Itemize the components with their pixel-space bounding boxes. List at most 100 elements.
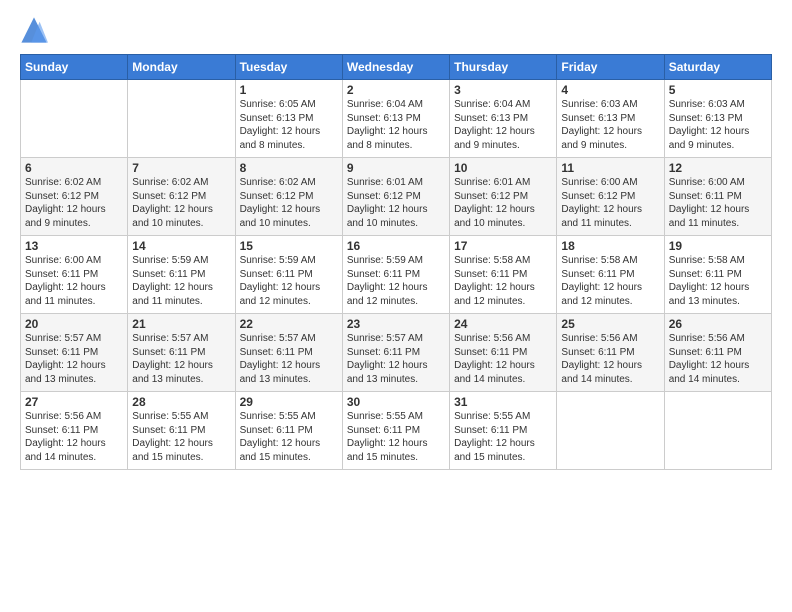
logo — [20, 16, 52, 44]
calendar-week-row: 6Sunrise: 6:02 AM Sunset: 6:12 PM Daylig… — [21, 158, 772, 236]
calendar-cell: 20Sunrise: 5:57 AM Sunset: 6:11 PM Dayli… — [21, 314, 128, 392]
calendar-cell: 22Sunrise: 5:57 AM Sunset: 6:11 PM Dayli… — [235, 314, 342, 392]
day-number: 14 — [132, 239, 230, 253]
day-info: Sunrise: 6:00 AM Sunset: 6:11 PM Dayligh… — [669, 176, 767, 230]
day-info: Sunrise: 5:55 AM Sunset: 6:11 PM Dayligh… — [132, 410, 230, 464]
day-info: Sunrise: 6:05 AM Sunset: 6:13 PM Dayligh… — [240, 98, 338, 152]
day-number: 10 — [454, 161, 552, 175]
day-info: Sunrise: 5:56 AM Sunset: 6:11 PM Dayligh… — [669, 332, 767, 386]
day-info: Sunrise: 5:58 AM Sunset: 6:11 PM Dayligh… — [561, 254, 659, 308]
day-info: Sunrise: 6:02 AM Sunset: 6:12 PM Dayligh… — [240, 176, 338, 230]
weekday-header-wednesday: Wednesday — [342, 55, 449, 80]
day-info: Sunrise: 6:00 AM Sunset: 6:11 PM Dayligh… — [25, 254, 123, 308]
calendar-cell: 2Sunrise: 6:04 AM Sunset: 6:13 PM Daylig… — [342, 80, 449, 158]
day-info: Sunrise: 5:56 AM Sunset: 6:11 PM Dayligh… — [454, 332, 552, 386]
calendar-cell: 1Sunrise: 6:05 AM Sunset: 6:13 PM Daylig… — [235, 80, 342, 158]
day-info: Sunrise: 6:01 AM Sunset: 6:12 PM Dayligh… — [454, 176, 552, 230]
day-info: Sunrise: 6:01 AM Sunset: 6:12 PM Dayligh… — [347, 176, 445, 230]
calendar-cell: 16Sunrise: 5:59 AM Sunset: 6:11 PM Dayli… — [342, 236, 449, 314]
calendar-cell: 15Sunrise: 5:59 AM Sunset: 6:11 PM Dayli… — [235, 236, 342, 314]
day-info: Sunrise: 5:55 AM Sunset: 6:11 PM Dayligh… — [240, 410, 338, 464]
day-info: Sunrise: 5:56 AM Sunset: 6:11 PM Dayligh… — [25, 410, 123, 464]
calendar-cell: 5Sunrise: 6:03 AM Sunset: 6:13 PM Daylig… — [664, 80, 771, 158]
page-container: SundayMondayTuesdayWednesdayThursdayFrid… — [0, 0, 792, 480]
calendar-cell: 14Sunrise: 5:59 AM Sunset: 6:11 PM Dayli… — [128, 236, 235, 314]
day-number: 4 — [561, 83, 659, 97]
day-info: Sunrise: 6:04 AM Sunset: 6:13 PM Dayligh… — [347, 98, 445, 152]
day-info: Sunrise: 6:00 AM Sunset: 6:12 PM Dayligh… — [561, 176, 659, 230]
day-number: 24 — [454, 317, 552, 331]
calendar-cell: 11Sunrise: 6:00 AM Sunset: 6:12 PM Dayli… — [557, 158, 664, 236]
calendar-cell: 30Sunrise: 5:55 AM Sunset: 6:11 PM Dayli… — [342, 392, 449, 470]
weekday-header-saturday: Saturday — [664, 55, 771, 80]
logo-icon — [20, 16, 48, 44]
day-number: 15 — [240, 239, 338, 253]
calendar-week-row: 13Sunrise: 6:00 AM Sunset: 6:11 PM Dayli… — [21, 236, 772, 314]
day-number: 13 — [25, 239, 123, 253]
calendar-cell: 19Sunrise: 5:58 AM Sunset: 6:11 PM Dayli… — [664, 236, 771, 314]
header — [20, 16, 772, 44]
weekday-header-thursday: Thursday — [450, 55, 557, 80]
calendar-cell: 12Sunrise: 6:00 AM Sunset: 6:11 PM Dayli… — [664, 158, 771, 236]
weekday-header-friday: Friday — [557, 55, 664, 80]
calendar-cell: 31Sunrise: 5:55 AM Sunset: 6:11 PM Dayli… — [450, 392, 557, 470]
day-number: 9 — [347, 161, 445, 175]
day-number: 26 — [669, 317, 767, 331]
calendar-cell: 7Sunrise: 6:02 AM Sunset: 6:12 PM Daylig… — [128, 158, 235, 236]
calendar-cell: 6Sunrise: 6:02 AM Sunset: 6:12 PM Daylig… — [21, 158, 128, 236]
day-info: Sunrise: 6:04 AM Sunset: 6:13 PM Dayligh… — [454, 98, 552, 152]
day-number: 27 — [25, 395, 123, 409]
calendar-cell — [664, 392, 771, 470]
day-number: 3 — [454, 83, 552, 97]
day-number: 19 — [669, 239, 767, 253]
calendar-cell: 3Sunrise: 6:04 AM Sunset: 6:13 PM Daylig… — [450, 80, 557, 158]
calendar-week-row: 1Sunrise: 6:05 AM Sunset: 6:13 PM Daylig… — [21, 80, 772, 158]
day-info: Sunrise: 5:58 AM Sunset: 6:11 PM Dayligh… — [454, 254, 552, 308]
day-info: Sunrise: 5:59 AM Sunset: 6:11 PM Dayligh… — [240, 254, 338, 308]
day-number: 16 — [347, 239, 445, 253]
calendar-cell: 13Sunrise: 6:00 AM Sunset: 6:11 PM Dayli… — [21, 236, 128, 314]
calendar-cell: 21Sunrise: 5:57 AM Sunset: 6:11 PM Dayli… — [128, 314, 235, 392]
weekday-header-sunday: Sunday — [21, 55, 128, 80]
day-info: Sunrise: 5:57 AM Sunset: 6:11 PM Dayligh… — [240, 332, 338, 386]
day-number: 6 — [25, 161, 123, 175]
calendar-table: SundayMondayTuesdayWednesdayThursdayFrid… — [20, 54, 772, 470]
day-number: 7 — [132, 161, 230, 175]
day-info: Sunrise: 5:59 AM Sunset: 6:11 PM Dayligh… — [132, 254, 230, 308]
day-info: Sunrise: 5:57 AM Sunset: 6:11 PM Dayligh… — [132, 332, 230, 386]
calendar-cell: 28Sunrise: 5:55 AM Sunset: 6:11 PM Dayli… — [128, 392, 235, 470]
day-info: Sunrise: 5:57 AM Sunset: 6:11 PM Dayligh… — [347, 332, 445, 386]
day-number: 25 — [561, 317, 659, 331]
calendar-cell: 10Sunrise: 6:01 AM Sunset: 6:12 PM Dayli… — [450, 158, 557, 236]
weekday-header-row: SundayMondayTuesdayWednesdayThursdayFrid… — [21, 55, 772, 80]
day-info: Sunrise: 6:02 AM Sunset: 6:12 PM Dayligh… — [25, 176, 123, 230]
day-number: 11 — [561, 161, 659, 175]
calendar-cell — [557, 392, 664, 470]
day-number: 21 — [132, 317, 230, 331]
calendar-cell — [128, 80, 235, 158]
day-number: 12 — [669, 161, 767, 175]
calendar-cell — [21, 80, 128, 158]
calendar-week-row: 27Sunrise: 5:56 AM Sunset: 6:11 PM Dayli… — [21, 392, 772, 470]
calendar-cell: 18Sunrise: 5:58 AM Sunset: 6:11 PM Dayli… — [557, 236, 664, 314]
day-number: 2 — [347, 83, 445, 97]
day-number: 20 — [25, 317, 123, 331]
calendar-cell: 24Sunrise: 5:56 AM Sunset: 6:11 PM Dayli… — [450, 314, 557, 392]
day-number: 5 — [669, 83, 767, 97]
calendar-cell: 23Sunrise: 5:57 AM Sunset: 6:11 PM Dayli… — [342, 314, 449, 392]
calendar-cell: 9Sunrise: 6:01 AM Sunset: 6:12 PM Daylig… — [342, 158, 449, 236]
day-number: 29 — [240, 395, 338, 409]
day-info: Sunrise: 5:55 AM Sunset: 6:11 PM Dayligh… — [347, 410, 445, 464]
day-info: Sunrise: 6:03 AM Sunset: 6:13 PM Dayligh… — [561, 98, 659, 152]
calendar-cell: 29Sunrise: 5:55 AM Sunset: 6:11 PM Dayli… — [235, 392, 342, 470]
day-number: 31 — [454, 395, 552, 409]
day-info: Sunrise: 5:55 AM Sunset: 6:11 PM Dayligh… — [454, 410, 552, 464]
day-info: Sunrise: 5:58 AM Sunset: 6:11 PM Dayligh… — [669, 254, 767, 308]
calendar-cell: 4Sunrise: 6:03 AM Sunset: 6:13 PM Daylig… — [557, 80, 664, 158]
calendar-cell: 26Sunrise: 5:56 AM Sunset: 6:11 PM Dayli… — [664, 314, 771, 392]
calendar-cell: 25Sunrise: 5:56 AM Sunset: 6:11 PM Dayli… — [557, 314, 664, 392]
day-number: 17 — [454, 239, 552, 253]
day-number: 18 — [561, 239, 659, 253]
calendar-cell: 27Sunrise: 5:56 AM Sunset: 6:11 PM Dayli… — [21, 392, 128, 470]
day-info: Sunrise: 6:02 AM Sunset: 6:12 PM Dayligh… — [132, 176, 230, 230]
